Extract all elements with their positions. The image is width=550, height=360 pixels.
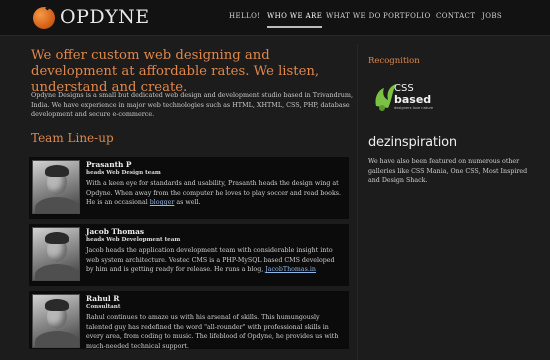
prasanth-photo [32, 160, 80, 214]
team-card-jacob: Jacob Thomas heads Web Development team … [29, 224, 349, 286]
member-name: Prasanth P [86, 160, 132, 169]
team-card-prasanth: Prasanth P heads Web Design team With a … [29, 157, 349, 219]
member-role: heads Web Development team [86, 237, 181, 243]
jacobthomas-link[interactable]: JacobThomas.in [265, 266, 316, 273]
badge-based-text: based [394, 93, 431, 106]
rahul-photo [32, 294, 80, 348]
team-heading: Team Line-up [31, 131, 114, 145]
featured-paragraph: We have also been featured on numerous o… [368, 158, 528, 185]
css-based-badge-icon[interactable]: CSS based designers love nature [372, 78, 452, 112]
nav-hello[interactable]: HELLO! [229, 12, 260, 20]
nav-what-we-do[interactable]: WHAT WE DO [326, 12, 381, 20]
member-bio: With a keen eye for standards and usabil… [86, 180, 342, 206]
badge-tagline-text: designers love nature [394, 106, 434, 110]
member-name: Jacob Thomas [86, 227, 145, 236]
member-role: heads Web Design team [86, 170, 161, 176]
member-bio: Jacob heads the application development … [86, 247, 335, 273]
member-name: Rahul R [86, 294, 120, 303]
team-card-rahul: Rahul R Consultant Rahul continues to am… [29, 291, 349, 350]
lead-heading: We offer custom web designing and develo… [31, 48, 320, 95]
dezinspiration-logo[interactable]: dezinspiration [368, 135, 457, 150]
nav-portfolio[interactable]: PORTFOLIO [383, 12, 431, 20]
column-divider [357, 44, 358, 360]
member-role: Consultant [86, 304, 121, 310]
site-header: OPDYNE HELLO! WHO WE ARE WHAT WE DO PORT… [0, 0, 550, 36]
nav-jobs[interactable]: JOBS [482, 12, 502, 20]
main-nav: HELLO! WHO WE ARE WHAT WE DO PORTFOLIO C… [0, 12, 550, 32]
nav-who-we-are[interactable]: WHO WE ARE [267, 12, 323, 28]
jacob-photo [32, 227, 80, 281]
recognition-heading: Recognition [368, 56, 420, 66]
nav-contact[interactable]: CONTACT [436, 12, 475, 20]
blogger-link[interactable]: blogger [150, 199, 175, 206]
member-bio: Rahul continues to amaze us with his ars… [86, 314, 339, 350]
intro-paragraph: Opdyne Designs is a small but dedicated … [31, 91, 354, 119]
